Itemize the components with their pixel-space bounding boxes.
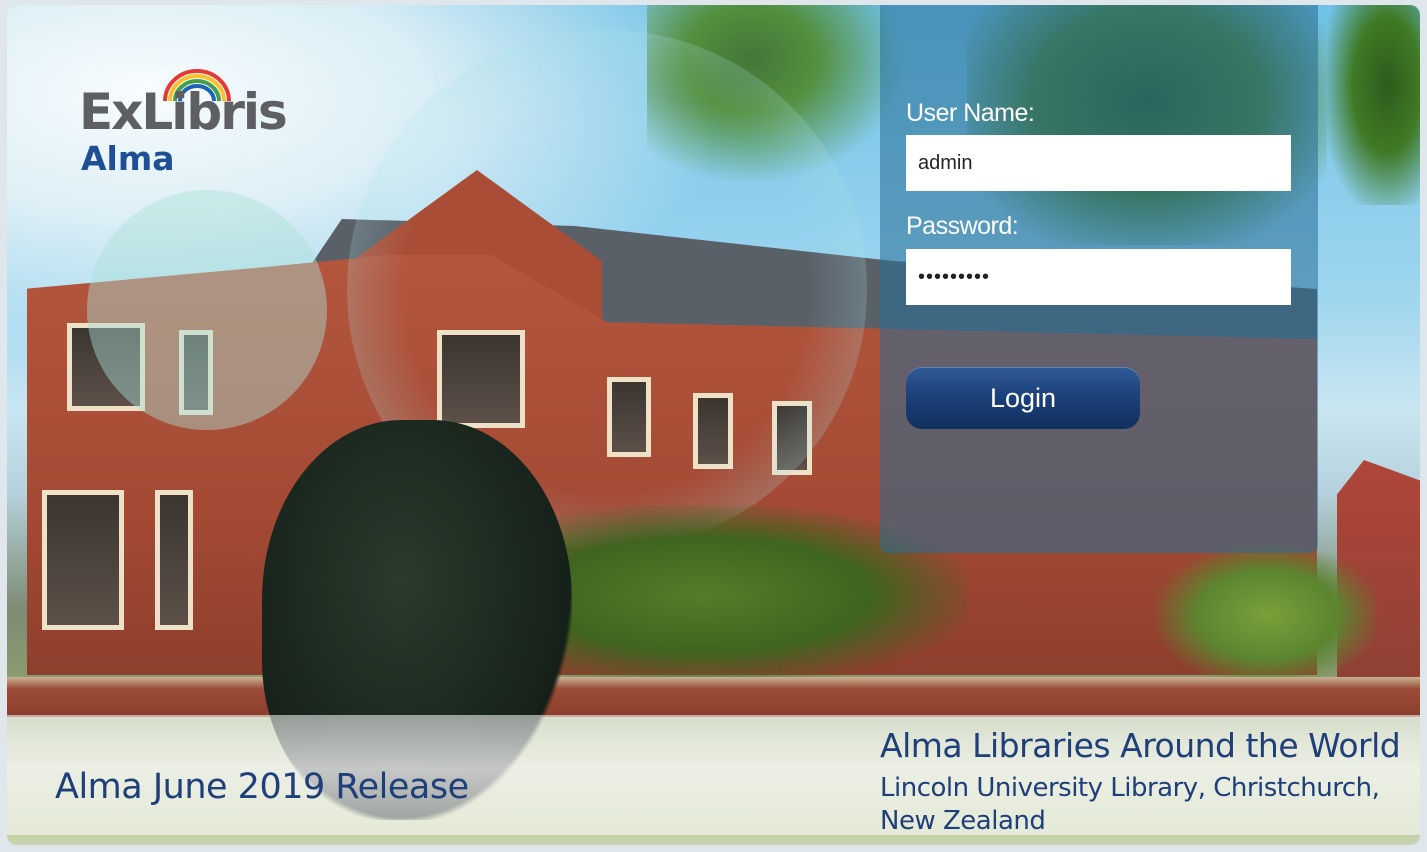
logo-brand-text: ExLibris — [79, 83, 288, 141]
login-button[interactable]: Login — [906, 367, 1140, 429]
caption-location-line1: Lincoln University Library, Christchurch… — [880, 773, 1380, 803]
logo-product-text: Alma — [81, 139, 175, 178]
background-bushes — [1157, 545, 1377, 685]
login-page: ExLibris Alma User Name: Password: Login… — [7, 5, 1420, 845]
password-label: Password: — [906, 212, 1019, 240]
background-window — [42, 490, 124, 630]
username-input[interactable] — [906, 135, 1291, 191]
background-bubble — [87, 190, 327, 430]
background-wall — [7, 677, 1420, 717]
caption-title: Alma Libraries Around the World — [880, 726, 1401, 765]
background-tree — [1327, 5, 1420, 205]
password-input[interactable] — [906, 249, 1291, 305]
login-panel: User Name: Password: Login — [880, 5, 1318, 553]
caption-location-line2: New Zealand — [880, 806, 1046, 836]
release-label: Alma June 2019 Release — [55, 767, 469, 807]
exlibris-alma-logo: ExLibris Alma — [79, 63, 288, 183]
username-label: User Name: — [906, 99, 1035, 127]
background-window — [155, 490, 193, 630]
